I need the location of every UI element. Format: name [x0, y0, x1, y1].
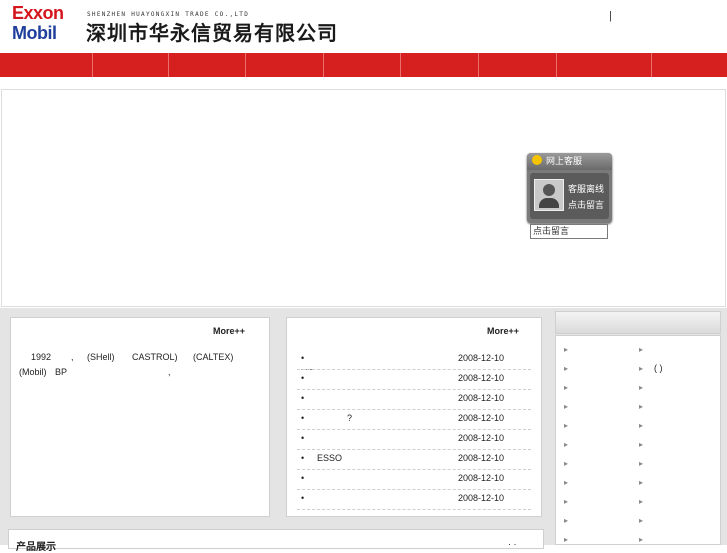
sidebar-arrow-icon[interactable]: ▸ [564, 440, 568, 449]
logo-line-2: Mobil [12, 23, 57, 43]
news-date: 2008-12-10 [458, 373, 505, 383]
main-nav [0, 53, 727, 77]
sidebar-arrow-icon[interactable]: ▸ [639, 516, 643, 525]
bullet: • [301, 433, 305, 443]
news-item[interactable]: • 2008-12-10 [297, 470, 531, 490]
sidebar-arrow-icon[interactable]: ▸ [639, 364, 643, 373]
about-word: (CALTEX) [193, 352, 234, 362]
news-date: 2008-12-10 [458, 493, 505, 503]
service-body: 客服离线 点击留言 [530, 173, 609, 219]
about-panel: More++ 1992 , (SHell) CASTROL) (CALTEX) … [10, 317, 270, 517]
banner-area [1, 89, 726, 307]
news-date: 2008-12-10 [458, 353, 505, 363]
nav-item[interactable] [0, 53, 93, 77]
nav-item[interactable] [557, 53, 652, 77]
products-panel: 产品展示 · · [8, 529, 544, 553]
sidebar-arrow-icon[interactable]: ▸ [564, 383, 568, 392]
sidebar-arrow-icon[interactable]: ▸ [564, 497, 568, 506]
sidebar-list: ▸ ▸ ▸ ▸ ( ) ▸ ▸ ▸ ▸ ▸ ▸ ▸ ▸ ▸ ▸ ▸ ▸ ▸ ▸ … [555, 335, 721, 545]
sidebar-arrow-icon[interactable]: ▸ [639, 421, 643, 430]
sidebar-arrow-icon[interactable]: ▸ [639, 402, 643, 411]
agent-avatar-icon [534, 179, 564, 211]
news-item[interactable]: • 2008-12-10 [297, 370, 531, 390]
sidebar-arrow-icon[interactable]: ▸ [639, 440, 643, 449]
bullet: • [301, 413, 305, 423]
about-word: BP [55, 367, 68, 377]
news-item[interactable]: • 2008-12-10 [297, 430, 531, 450]
news-title[interactable]: ESSO [317, 453, 342, 463]
news-date: 2008-12-10 [458, 413, 505, 423]
sidebar-arrow-icon[interactable]: ▸ [564, 402, 568, 411]
sidebar-arrow-icon[interactable]: ▸ [564, 535, 568, 544]
leave-message-field[interactable]: 点击留言 [530, 224, 608, 239]
about-word: 1992 [31, 352, 52, 362]
news-date: 2008-12-10 [458, 453, 505, 463]
sidebar-arrow-icon[interactable]: ▸ [564, 478, 568, 487]
about-word: CASTROL) [132, 352, 178, 362]
about-more-link[interactable]: More++ [213, 326, 245, 336]
sidebar-arrow-icon[interactable]: ▸ [639, 535, 643, 544]
bullet: • [301, 353, 305, 363]
news-item[interactable]: • ? 2008-12-10 [297, 410, 531, 430]
sidebar-arrow-icon[interactable]: ▸ [564, 516, 568, 525]
nav-item[interactable] [169, 53, 246, 77]
nav-item[interactable] [324, 53, 401, 77]
header-separator: | [609, 10, 612, 22]
sidebar-item-label[interactable]: ( ) [654, 363, 663, 373]
sidebar-arrow-icon[interactable]: ▸ [564, 345, 568, 354]
news-item[interactable]: • 2008-12-10 [297, 390, 531, 410]
company-name-cn: 深圳市华永信贸易有限公司 [86, 21, 338, 45]
about-word: , [71, 352, 74, 362]
bullet: • [301, 493, 305, 503]
bullet: • [301, 393, 305, 403]
about-word: (SHell) [87, 352, 115, 362]
sidebar-arrow-icon[interactable]: ▸ [564, 421, 568, 430]
bullet: • [301, 453, 305, 463]
news-date: 2008-12-10 [458, 473, 505, 483]
sidebar-arrow-icon[interactable]: ▸ [639, 459, 643, 468]
service-status: 客服离线 [568, 184, 605, 194]
nav-item[interactable] [246, 53, 324, 77]
news-panel: More++ • 2008-12-10 • 2008-12-10 • 2008-… [286, 317, 542, 517]
sidebar-arrow-icon[interactable]: ▸ [639, 497, 643, 506]
sidebar-arrow-icon[interactable]: ▸ [564, 459, 568, 468]
about-word: , [168, 367, 171, 377]
news-date: 2008-12-10 [458, 393, 505, 403]
news-title[interactable]: ? [347, 413, 352, 423]
products-more-link[interactable]: · · [508, 539, 517, 549]
news-item[interactable]: • 2008-12-10 [297, 350, 531, 370]
sidebar-arrow-icon[interactable]: ▸ [639, 383, 643, 392]
news-more-link[interactable]: More++ [487, 326, 519, 336]
products-title: 产品展示 [16, 542, 56, 553]
sidebar-arrow-icon[interactable]: ▸ [639, 345, 643, 354]
sidebar-arrow-icon[interactable]: ▸ [639, 478, 643, 487]
bullet: • [301, 373, 305, 383]
news-date: 2008-12-10 [458, 433, 505, 443]
logo-line-1: Exxon [12, 3, 64, 23]
bullet: • [301, 473, 305, 483]
header: Exxon Mobil SHENZHEN HUAYONGXIN TRADE CO… [0, 0, 727, 52]
online-service-widget: 网上客服 客服离线 点击留言 [527, 153, 612, 223]
sidebar-header [555, 311, 721, 334]
qq-icon [532, 155, 542, 165]
sidebar-arrow-icon[interactable]: ▸ [564, 364, 568, 373]
nav-item[interactable] [401, 53, 479, 77]
news-item[interactable]: • ESSO 2008-12-10 [297, 450, 531, 470]
leave-message-link[interactable]: 点击留言 [568, 198, 604, 211]
exxonmobil-logo[interactable]: Exxon Mobil [12, 3, 76, 47]
news-item[interactable]: • 2008-12-10 [297, 490, 531, 510]
nav-item[interactable] [479, 53, 557, 77]
nav-item[interactable] [652, 53, 727, 77]
nav-item[interactable] [93, 53, 169, 77]
about-word: (Mobil) [19, 367, 47, 377]
service-title: 网上客服 [546, 156, 583, 166]
service-header: 网上客服 [527, 153, 612, 170]
